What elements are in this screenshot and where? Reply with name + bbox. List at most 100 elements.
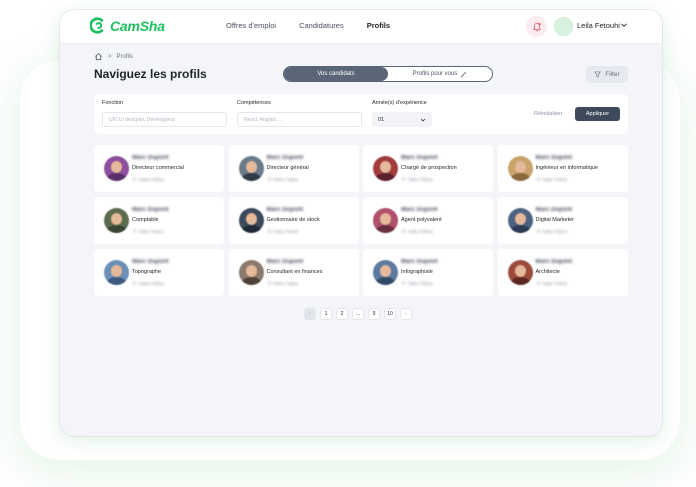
avatar-face bbox=[380, 161, 391, 173]
breadcrumb: > Profils bbox=[94, 52, 133, 61]
profile-role: Topographe bbox=[132, 269, 162, 275]
profile-location-text: Nabu Paksa bbox=[408, 177, 433, 182]
profile-name: Marc Dupont bbox=[266, 207, 304, 213]
avatar-face bbox=[514, 161, 526, 173]
profile-role: Chargé de prospection bbox=[401, 165, 457, 171]
toggle-profils-pour-vous[interactable]: Profils pour vous bbox=[388, 67, 492, 81]
experience-label: Année(s) d'expérience bbox=[372, 100, 427, 106]
profile-name: Marc Dupont bbox=[535, 207, 573, 213]
pagination: ‹ 1 2... 9 10 › bbox=[304, 308, 412, 320]
profile-card[interactable]: Marc Dupont Consultant en finances Nabu Pa… bbox=[228, 249, 359, 296]
avatar bbox=[238, 260, 264, 285]
location-pin-icon bbox=[536, 281, 540, 285]
chevron-down-icon[interactable] bbox=[620, 21, 628, 29]
profile-name: Marc Dupont bbox=[401, 207, 438, 213]
filter-button[interactable]: Filter bbox=[586, 66, 628, 83]
location-pin-icon bbox=[132, 281, 137, 285]
logo[interactable]: CamSha bbox=[90, 17, 165, 34]
profile-card[interactable]: Marc Dupont Ingénieur en informatique Nabu… bbox=[497, 145, 628, 192]
avatar-face bbox=[245, 213, 257, 225]
avatar-body bbox=[376, 225, 395, 233]
avatar-face bbox=[380, 213, 391, 225]
avatar bbox=[373, 156, 398, 181]
location-pin-icon bbox=[132, 229, 137, 233]
nav-item-offres[interactable]: Offres d'emploi bbox=[226, 21, 276, 30]
avatar-body bbox=[510, 173, 530, 181]
profile-name: Marc Dupont bbox=[132, 155, 169, 161]
profile-card[interactable]: Marc Dupont Chargé de prospection Nabu Pak… bbox=[363, 145, 493, 192]
pagination-prev[interactable]: ‹ bbox=[304, 308, 316, 320]
pagination-page[interactable]: 10 bbox=[384, 308, 396, 320]
experience-select[interactable]: 01 bbox=[372, 112, 432, 127]
nav-item-candidatures[interactable]: Candidatures bbox=[299, 21, 344, 30]
profile-card[interactable]: Marc Dupont Infographiste Nabu Paksa bbox=[363, 249, 493, 296]
bell-icon bbox=[532, 22, 541, 31]
pagination-next[interactable]: › bbox=[400, 308, 412, 320]
avatar-body bbox=[241, 173, 261, 181]
pagination-page[interactable]: 9 bbox=[368, 308, 380, 320]
fonction-input[interactable]: UX/ UI designer, Développeur bbox=[102, 112, 227, 127]
avatar bbox=[238, 208, 264, 233]
avatar-face bbox=[111, 265, 122, 277]
profile-card[interactable]: Marc Dupont Gestionnaire de stock Nabu Pak… bbox=[228, 197, 359, 244]
avatar[interactable] bbox=[554, 17, 573, 36]
location-pin-icon bbox=[267, 229, 271, 233]
profile-name: Marc Dupont bbox=[132, 259, 169, 265]
page-title: Naviguez les profils bbox=[94, 67, 207, 81]
chevron-down-icon bbox=[420, 118, 426, 122]
breadcrumb-separator: > bbox=[108, 53, 112, 60]
profile-role: Agent polyvalent bbox=[401, 217, 442, 223]
funnel-icon bbox=[594, 71, 602, 78]
nav-item-profils[interactable]: Profils bbox=[367, 21, 390, 30]
pagination-page[interactable]: 2 bbox=[336, 308, 348, 320]
profile-card[interactable]: Marc Dupont Directeur général Nabu Paksa bbox=[228, 145, 359, 192]
profile-role: Architecte bbox=[535, 269, 560, 275]
profile-location: Nabu Paksa bbox=[401, 177, 433, 182]
filters-panel: Fonction UX/ UI designer, Développeur Co… bbox=[94, 94, 628, 134]
profile-location: Nabu Paksa bbox=[536, 229, 567, 234]
avatar bbox=[373, 208, 398, 233]
avatar-body bbox=[510, 277, 530, 285]
avatar bbox=[507, 156, 533, 181]
avatar-face bbox=[111, 213, 122, 225]
avatar bbox=[238, 156, 264, 181]
apply-button[interactable]: Appliquer bbox=[575, 107, 620, 121]
profile-card[interactable]: Marc Dupont Agent polyvalent Nabu Paksa bbox=[363, 197, 493, 244]
profile-role: Directeur commercial bbox=[132, 165, 184, 171]
avatar-body bbox=[107, 225, 126, 233]
location-pin-icon bbox=[536, 177, 540, 181]
app-window: CamSha Offres d'emploi Candidatures Prof… bbox=[60, 10, 662, 436]
profile-location: Nabu Paksa bbox=[132, 177, 164, 182]
filter-button-label: Filter bbox=[605, 71, 620, 78]
profile-role: Infographiste bbox=[401, 269, 433, 275]
profile-card[interactable]: Marc Dupont Comptable Nabu Paksa bbox=[94, 197, 224, 244]
notification-button[interactable] bbox=[526, 16, 547, 37]
profile-card[interactable]: Marc Dupont Directeur commercial Nabu Paks… bbox=[94, 145, 224, 192]
home-icon[interactable] bbox=[94, 52, 103, 61]
toggle-vos-candidats[interactable]: Vos candidats bbox=[284, 67, 388, 81]
profile-location-text: Nabu Paksa bbox=[139, 177, 164, 182]
logo-icon bbox=[90, 17, 104, 34]
profile-location: Nabu Paksa bbox=[132, 281, 164, 286]
user-name[interactable]: Leila Fetouhi bbox=[577, 21, 620, 30]
location-pin-icon bbox=[401, 177, 406, 181]
reset-button[interactable]: Réinitialiser bbox=[534, 111, 562, 117]
main-nav: Offres d'emploi Candidatures Profils bbox=[226, 21, 390, 30]
avatar bbox=[373, 260, 398, 285]
profile-role: Comptable bbox=[132, 217, 159, 223]
avatar-body bbox=[376, 173, 395, 181]
profile-card[interactable]: Marc Dupont Digital Marketer Nabu Paksa bbox=[497, 197, 628, 244]
profile-card[interactable]: Marc Dupont Architecte Nabu Paksa bbox=[497, 249, 628, 296]
profile-location-text: Nabu Paksa bbox=[273, 281, 299, 286]
avatar bbox=[104, 208, 129, 233]
competences-input[interactable]: React, Anglais, ... bbox=[237, 112, 362, 127]
profile-card[interactable]: Marc Dupont Topographe Nabu Paksa bbox=[94, 249, 224, 296]
profile-name: Marc Dupont bbox=[266, 259, 304, 265]
pagination-page[interactable]: ... bbox=[352, 308, 364, 320]
profile-location: Nabu Paksa bbox=[132, 229, 164, 234]
pagination-page[interactable]: 1 bbox=[320, 308, 332, 320]
avatar-body bbox=[510, 225, 530, 233]
profile-name: Marc Dupont bbox=[401, 155, 438, 161]
avatar bbox=[104, 260, 129, 285]
profile-location: Nabu Paksa bbox=[267, 229, 298, 234]
